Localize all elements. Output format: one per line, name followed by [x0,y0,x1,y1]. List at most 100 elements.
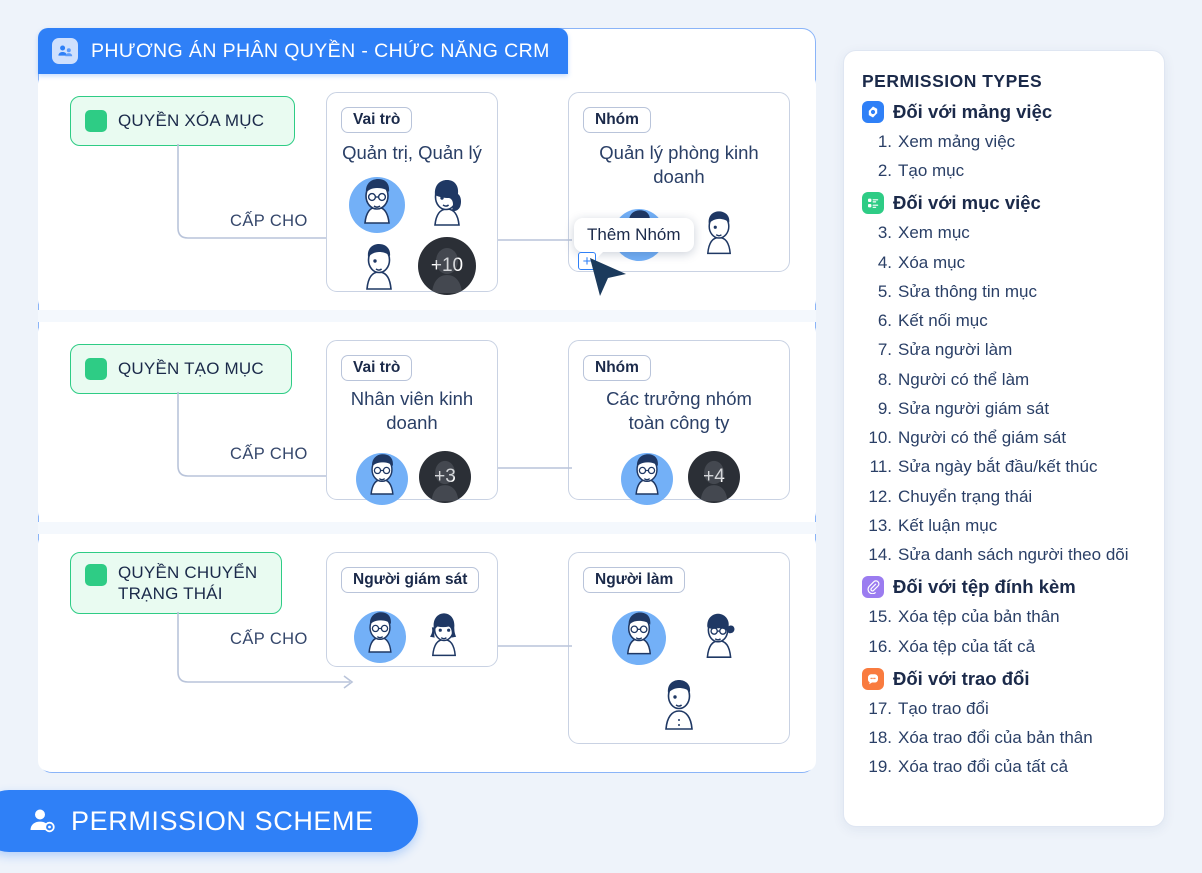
users-group-icon [52,38,78,64]
category-label: Đối với mục việc [893,192,1041,214]
card-link-line [498,239,572,241]
permission-scheme-banner: PERMISSION SCHEME [0,790,418,852]
permission-item: 17. Tạo trao đổi [862,694,1146,723]
item-text: Sửa thông tin mục [898,281,1037,301]
grant-label: CẤP CHO [230,212,308,230]
item-text: Sửa người làm [898,340,1013,360]
permission-item: 2. Tạo mục [862,156,1146,185]
color-swatch-icon [85,564,107,586]
avatar [351,605,409,663]
item-text: Xóa trao đổi của bản thân [898,727,1093,747]
category-label: Đối với mảng việc [893,101,1053,122]
card-tag: Người làm [583,567,686,593]
avatar [415,171,479,233]
panel-title: PHƯƠNG ÁN PHÂN QUYỀN - CHỨC NĂNG CRM [91,39,550,62]
color-swatch-icon [85,110,107,132]
card-title: Quản trị, Quản lý [342,142,482,163]
card-title: Các trưởng nhóm toàn công ty [606,388,752,434]
user-settings-icon [28,806,58,836]
category-label: Đối với tệp đính kèm [893,576,1076,598]
avatar-overflow-badge: +10 [418,237,476,295]
task-list-icon [862,192,884,215]
item-number: 2. [877,161,892,181]
avatar [345,171,409,233]
permission-pill-change-status[interactable]: QUYỀN CHUYỂN TRẠNG THÁI [70,552,282,614]
permission-pill-delete-item[interactable]: QUYỀN XÓA MỤC [70,96,295,146]
permission-types-title: PERMISSION TYPES [862,71,1043,91]
permission-label: QUYỀN XÓA MỤC [118,111,265,131]
avatar-silhouette-icon [431,460,459,502]
color-swatch-icon [85,358,107,380]
permission-item: 19. Xóa trao đổi của tất cả [862,752,1146,781]
item-number: 15. [868,607,892,627]
work-area-icon [862,101,884,123]
item-number: 16. [868,636,892,656]
item-number: 17. [868,698,892,718]
item-number: 8. [877,369,892,389]
permission-item: 3. Xem mục [862,218,1146,247]
permission-row: QUYỀN XÓA MỤC CẤP CHO Vai trò Quản trị, … [38,74,816,310]
item-text: Tạo mục [898,161,965,181]
avatar [609,605,669,665]
item-text: Xóa trao đổi của tất cả [898,757,1069,777]
permission-category-attachment: Đối với tệp đính kèm [862,576,1146,599]
avatar [689,605,749,663]
assignee-card[interactable]: Người làm [568,552,790,744]
item-text: Kết luận mục [898,515,998,535]
item-number: 9. [877,398,892,418]
item-number: 10. [868,428,892,448]
item-text: Xem mảng việc [898,132,1016,151]
row-separator [38,522,816,534]
permission-item: 15. Xóa tệp của bản thân [862,602,1146,631]
role-card[interactable]: Vai trò Nhân viên kinh doanh [326,340,498,505]
banner-label: PERMISSION SCHEME [71,805,374,836]
avatar-overflow-badge: +3 [419,451,471,503]
permission-category-task-item: Đối với mục việc [862,192,1146,215]
permission-item: 4. Xóa mục [862,248,1146,277]
add-group-tooltip: Thêm Nhóm [574,218,694,259]
avatar [618,447,676,505]
permission-pill-create-item[interactable]: QUYỀN TẠO MỤC [70,344,292,394]
permission-item: 5. Sửa thông tin mục [862,277,1146,306]
permission-item: 12. Chuyển trạng thái [862,482,1146,511]
card-link-line [498,467,572,469]
item-number: 7. [877,340,892,360]
item-text: Kết nối mục [898,311,988,331]
card-tag: Nhóm [583,355,651,381]
item-number: 6. [877,311,892,331]
item-number: 5. [877,281,892,301]
group-card[interactable]: Nhóm Các trưởng nhóm toàn công ty [568,340,790,505]
avatar [648,671,710,733]
item-number: 12. [868,486,892,506]
item-text: Xem mục [898,223,970,243]
item-number: 14. [868,545,892,565]
card-title: Quản lý phòng kinh doanh [599,142,759,188]
permission-item: 11. Sửa ngày bắt đầu/kết thúc [862,452,1146,481]
avatar [348,235,410,295]
permission-item: 1. Xem mảng việc [862,127,1146,156]
grant-label: CẤP CHO [230,445,308,463]
permission-item: 16. Xóa tệp của tất cả [862,632,1146,661]
item-text: Sửa danh sách người theo dõi [898,545,1129,565]
permission-row: QUYỀN TẠO MỤC CẤP CHO Vai trò Nhân viên … [38,322,816,522]
permission-category-discussion: Đối với trao đổi [862,667,1146,690]
role-card[interactable]: Vai trò Quản trị, Quản lý [326,92,498,295]
row-separator [38,310,816,322]
supervisor-card[interactable]: Người giám sát [326,552,498,667]
permission-types-panel: PERMISSION TYPES Đối với mảng việc 1. Xe… [843,50,1165,827]
panel-header: PHƯƠNG ÁN PHÂN QUYỀN - CHỨC NĂNG CRM [38,28,568,74]
item-number: 18. [868,727,892,747]
permission-label: QUYỀN TẠO MỤC [118,359,264,379]
chat-bubble-icon [862,667,884,690]
avatar-silhouette-icon [432,248,462,293]
permission-item: 18. Xóa trao đổi của bản thân [862,723,1146,752]
category-label: Đối với trao đổi [893,667,1030,689]
permission-item: 8. Người có thể làm [862,365,1146,394]
permission-item: 14. Sửa danh sách người theo dõi [862,540,1146,569]
permission-item: 9. Sửa người giám sát [862,394,1146,423]
item-number: 4. [877,252,892,272]
item-number: 3. [877,223,892,243]
item-number: 19. [868,757,892,777]
users-group-icon-svg [57,45,72,56]
card-tag: Vai trò [341,107,413,133]
